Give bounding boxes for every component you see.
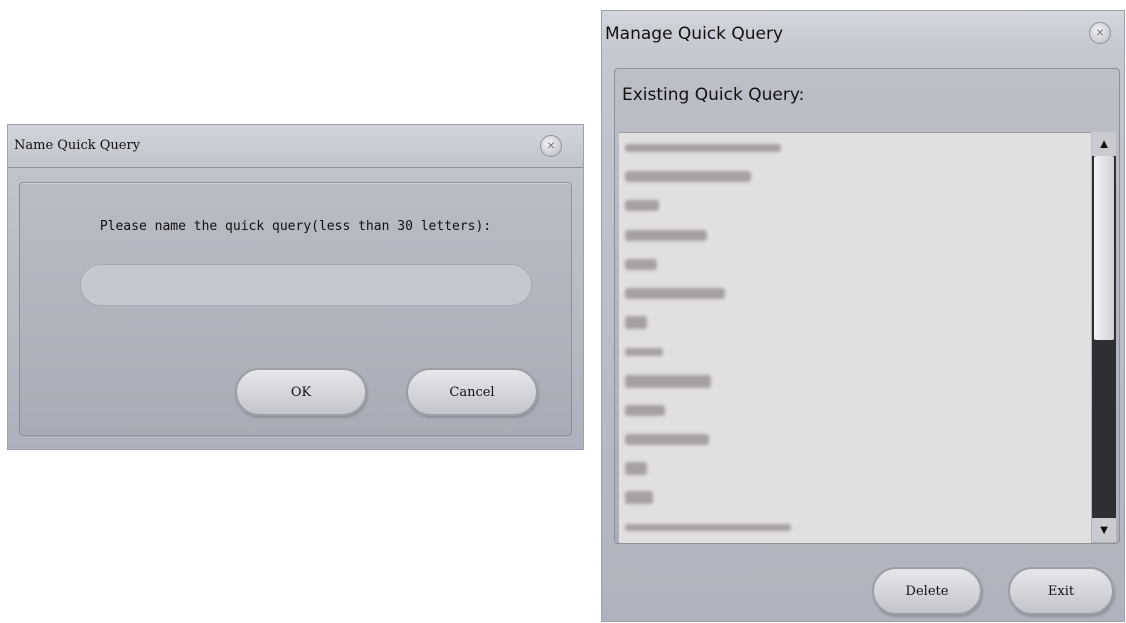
existing-query-label: Existing Quick Query: bbox=[622, 85, 805, 105]
ok-button[interactable]: OK bbox=[235, 368, 367, 416]
scroll-down-icon[interactable]: ▼ bbox=[1092, 518, 1116, 542]
list-item[interactable] bbox=[619, 133, 1091, 162]
manage-dialog-titlebar: Manage Quick Query × bbox=[602, 11, 1124, 57]
close-icon[interactable]: × bbox=[1089, 22, 1111, 44]
list-item[interactable] bbox=[619, 308, 1091, 337]
close-icon[interactable]: × bbox=[540, 135, 562, 157]
delete-button[interactable]: Delete bbox=[872, 567, 982, 615]
name-dialog-title: Name Quick Query bbox=[14, 138, 141, 153]
quick-query-list[interactable] bbox=[619, 132, 1091, 543]
existing-query-frame: Existing Quick Query: ▲ ▼ bbox=[614, 68, 1120, 544]
manage-quick-query-dialog: Manage Quick Query × Existing Quick Quer… bbox=[601, 10, 1125, 622]
list-item[interactable] bbox=[619, 162, 1091, 191]
name-dialog-titlebar: Name Quick Query × bbox=[8, 125, 583, 168]
list-item[interactable] bbox=[619, 512, 1091, 541]
name-dialog-panel: Please name the quick query(less than 30… bbox=[19, 182, 572, 436]
name-quick-query-dialog: Name Quick Query × Please name the quick… bbox=[7, 124, 584, 450]
list-item[interactable] bbox=[619, 221, 1091, 250]
list-item[interactable] bbox=[619, 396, 1091, 425]
list-item[interactable] bbox=[619, 425, 1091, 454]
name-prompt-label: Please name the quick query(less than 30… bbox=[99, 219, 492, 234]
list-item[interactable] bbox=[619, 367, 1091, 396]
list-item[interactable] bbox=[619, 191, 1091, 220]
cancel-button[interactable]: Cancel bbox=[406, 368, 538, 416]
scroll-up-icon[interactable]: ▲ bbox=[1092, 132, 1116, 156]
query-name-input[interactable] bbox=[80, 264, 532, 306]
exit-button[interactable]: Exit bbox=[1008, 567, 1114, 615]
manage-dialog-title: Manage Quick Query bbox=[605, 24, 784, 44]
list-item[interactable] bbox=[619, 250, 1091, 279]
scroll-thumb[interactable] bbox=[1094, 156, 1114, 340]
list-item[interactable] bbox=[619, 483, 1091, 512]
list-item[interactable] bbox=[619, 279, 1091, 308]
list-item[interactable] bbox=[619, 454, 1091, 483]
list-item[interactable] bbox=[619, 337, 1091, 366]
list-scrollbar[interactable]: ▲ ▼ bbox=[1092, 132, 1116, 542]
